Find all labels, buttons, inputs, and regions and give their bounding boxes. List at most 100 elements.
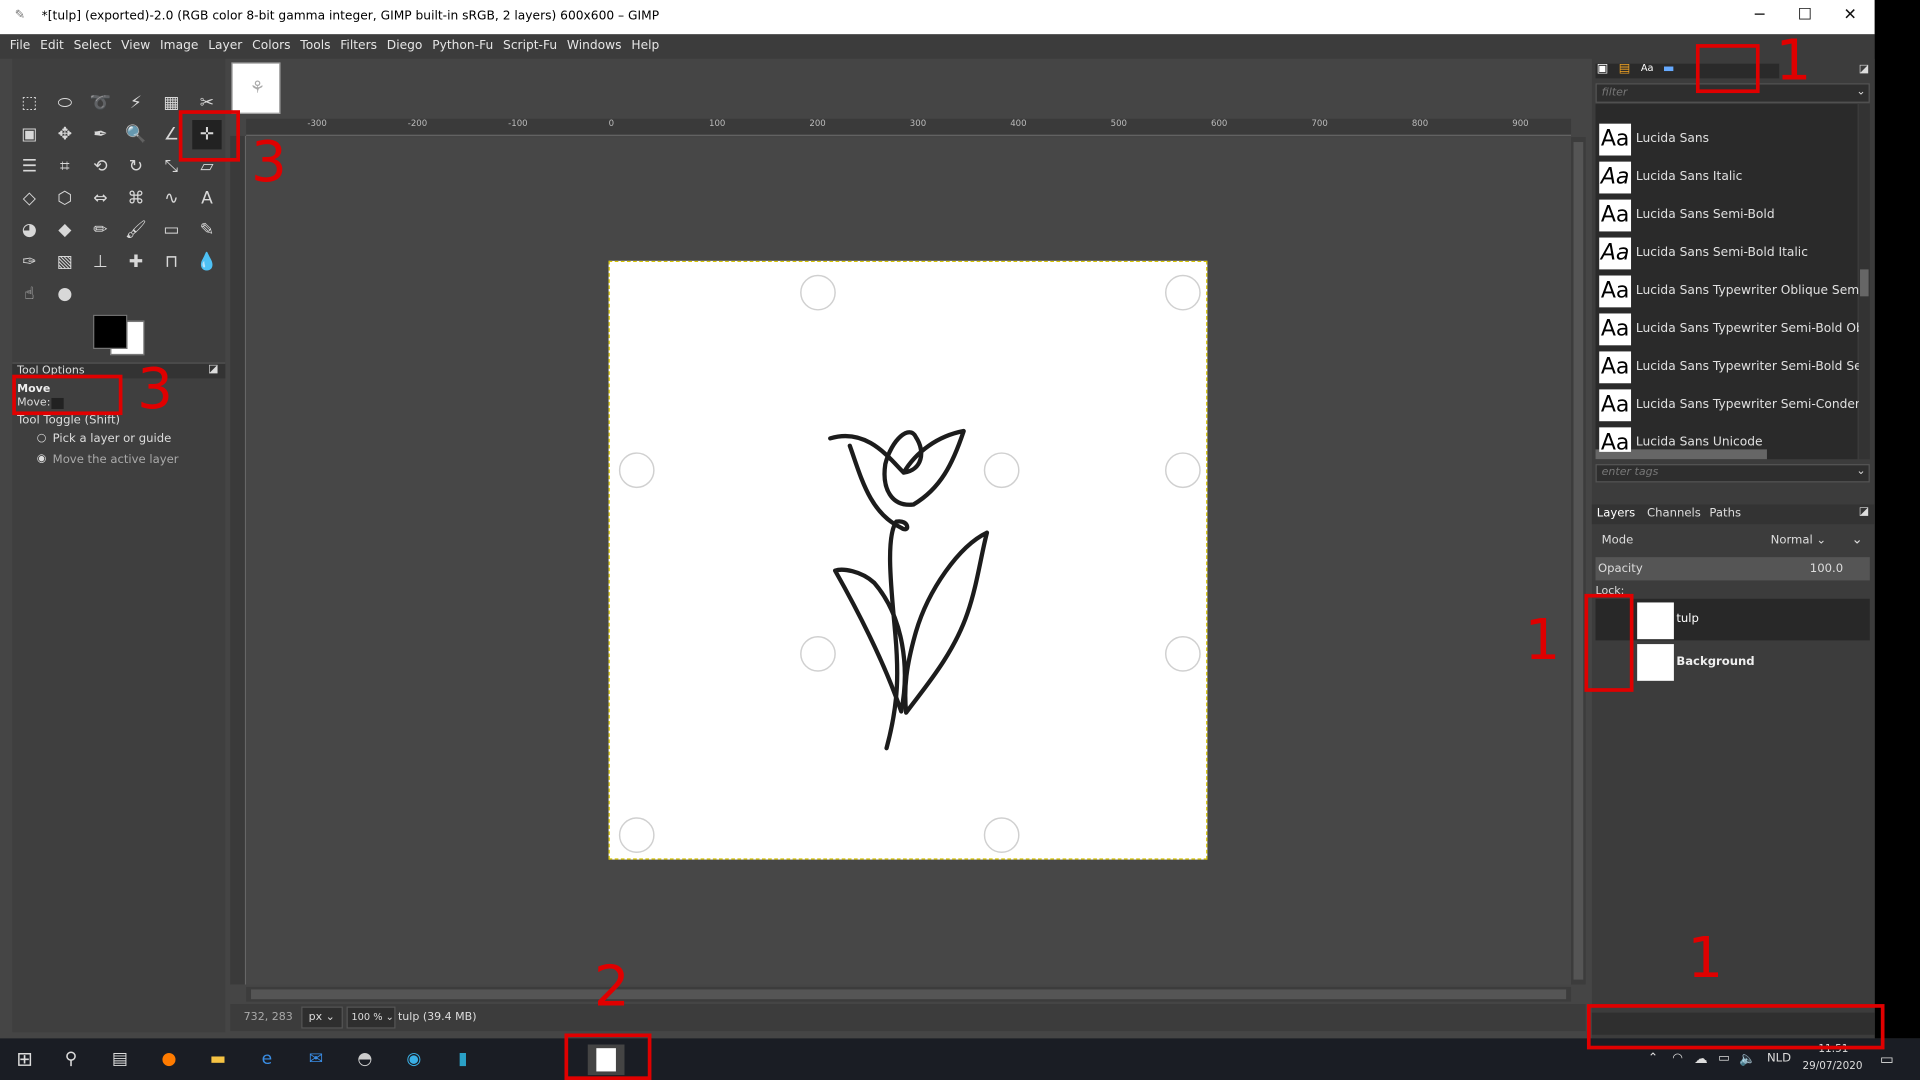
dodge-burn-icon[interactable]: ● [50, 279, 79, 308]
foreground-select-icon[interactable]: ▣ [15, 120, 44, 149]
blur-icon[interactable]: 💧 [192, 247, 221, 276]
heal-icon[interactable]: ✚ [121, 247, 150, 276]
gradient-icon[interactable]: ◆ [50, 216, 79, 245]
image-tab-thumbnail[interactable]: ⚘ [231, 62, 281, 114]
firefox-icon[interactable]: ● [154, 1046, 183, 1073]
clone-icon[interactable]: ⊥ [86, 247, 115, 276]
menu-diego[interactable]: Diego [387, 34, 423, 52]
font-list-item[interactable]: Aa Lucida Sans [1597, 121, 1859, 158]
horizontal-scrollbar-thumb[interactable] [251, 989, 1567, 1000]
font-list-scroll-thumb[interactable] [1860, 269, 1869, 297]
vertical-ruler[interactable] [230, 135, 247, 985]
font-list-item[interactable]: Aa Lucida Sans Semi-Bold [1597, 197, 1859, 234]
clock-date[interactable]: 29/07/2020 [1802, 1060, 1862, 1072]
font-list-item[interactable]: Aa Lucida Sans Italic [1597, 159, 1859, 196]
lasso-icon[interactable]: ➰ [86, 88, 115, 117]
horizontal-scrollbar[interactable] [246, 986, 1572, 1002]
layer-name[interactable]: tulp [1676, 612, 1699, 625]
vertical-scrollbar-thumb[interactable] [1573, 142, 1584, 980]
airbrush-icon[interactable]: ✎ [192, 216, 221, 245]
layer-row-tulp[interactable]: tulp [1595, 598, 1870, 641]
font-list-item[interactable]: Aa Lucida Sans Unicode [1597, 425, 1859, 452]
menu-image[interactable]: Image [160, 34, 198, 52]
dock-menu-icon[interactable]: ◪ [1859, 64, 1869, 76]
menu-windows[interactable]: Windows [567, 34, 622, 52]
font-list-item[interactable]: Aa Lucida Sans Typewriter Semi-Condens [1597, 387, 1859, 424]
align-layers-icon[interactable]: ☰ [15, 152, 44, 181]
zoom-icon[interactable]: 🔍 [121, 120, 150, 149]
menu-help[interactable]: Help [631, 34, 659, 52]
font-list-item[interactable]: Aa Lucida Sans Typewriter Oblique Semi-( [1597, 273, 1859, 310]
file-explorer-icon[interactable]: ▬ [203, 1046, 232, 1073]
perspective-icon[interactable]: ◇ [15, 184, 44, 213]
app-icon[interactable]: ▮ [448, 1046, 477, 1073]
mode-select[interactable]: Normal ⌄ [1763, 528, 1837, 552]
tab-paths[interactable]: Paths [1709, 507, 1741, 520]
menu-python-fu[interactable]: Python-Fu [432, 34, 493, 52]
dock-menu-icon[interactable]: ◪ [1859, 506, 1869, 518]
windows-start-icon[interactable]: ⊞ [10, 1046, 39, 1073]
volume-icon[interactable]: 🔈 [1733, 1046, 1762, 1073]
crop-icon[interactable]: ⌗ [50, 152, 79, 181]
internet-explorer-icon[interactable]: e [252, 1046, 281, 1073]
image-canvas[interactable] [608, 260, 1208, 860]
task-view-icon[interactable]: ▤ [105, 1046, 134, 1073]
menu-colors[interactable]: Colors [252, 34, 290, 52]
gradients-tab-icon[interactable]: ▬ [1663, 62, 1675, 75]
language-indicator[interactable]: NLD [1767, 1052, 1791, 1065]
pencil-icon[interactable]: ✏ [86, 216, 115, 245]
font-list-item[interactable]: Aa Lucida Sans Semi-Bold Italic [1597, 235, 1859, 272]
cage-icon[interactable]: ⌘ [121, 184, 150, 213]
font-list-item[interactable]: Aa Lucida Sans Typewriter Semi-Bold Ser [1597, 349, 1859, 386]
chevron-down-icon[interactable]: ⌄ [1856, 465, 1865, 477]
unit-select[interactable]: px ⌄ [301, 1006, 343, 1029]
brushes-tab-icon[interactable]: ▣ [1597, 62, 1609, 75]
menu-tools[interactable]: Tools [300, 34, 330, 52]
radio-pick-layer[interactable]: ○ [37, 432, 47, 444]
chevron-down-icon[interactable]: ⌄ [1856, 86, 1865, 98]
menu-edit[interactable]: Edit [40, 34, 64, 52]
ink-icon[interactable]: ✑ [15, 247, 44, 276]
rotate-icon[interactable]: ↻ [121, 152, 150, 181]
layer-name[interactable]: Background [1676, 655, 1754, 668]
paintbrush-icon[interactable]: 🖌 [121, 216, 150, 245]
tab-menu-icon[interactable]: ◪ [208, 364, 218, 376]
font-tags-input[interactable]: enter tags ⌄ [1595, 464, 1870, 483]
bucket-fill-icon[interactable]: ◕ [15, 216, 44, 245]
layer-row-background[interactable]: Background [1596, 642, 1870, 681]
notifications-icon[interactable]: ▭ [1872, 1046, 1901, 1073]
unified-transform-icon[interactable]: ⟲ [86, 152, 115, 181]
gimp-taskbar-icon[interactable]: ◓ [350, 1046, 379, 1073]
search-icon[interactable]: ⚲ [56, 1046, 85, 1073]
align-icon[interactable]: ✥ [50, 120, 79, 149]
font-list-scrollbar[interactable] [1858, 104, 1870, 460]
menu-script-fu[interactable]: Script-Fu [503, 34, 557, 52]
menu-file[interactable]: File [10, 34, 30, 52]
edge-icon[interactable]: ◉ [399, 1046, 428, 1073]
text-tool-icon[interactable]: A [192, 184, 221, 213]
flip-icon[interactable]: ⇔ [86, 184, 115, 213]
color-picker-icon[interactable]: ✒ [86, 120, 115, 149]
mypaint-brush-icon[interactable]: ▧ [50, 247, 79, 276]
menu-layer[interactable]: Layer [208, 34, 242, 52]
foreground-color-swatch[interactable] [93, 314, 128, 349]
perspective-clone-icon[interactable]: ⊓ [157, 247, 186, 276]
font-list-item[interactable]: Aa Lucida Sans Typewriter Semi-Bold Obl [1597, 311, 1859, 348]
ellipse-select-icon[interactable]: ⬭ [50, 88, 79, 117]
smudge-icon[interactable]: ☝ [15, 279, 44, 308]
mode-reset-icon[interactable]: ⌄ [1851, 531, 1862, 547]
menu-filters[interactable]: Filters [340, 34, 377, 52]
menu-view[interactable]: View [121, 34, 150, 52]
menu-select[interactable]: Select [74, 34, 112, 52]
minimize-button[interactable]: ─ [1741, 6, 1778, 24]
zoom-select[interactable]: 100 % ⌄ [346, 1006, 396, 1029]
close-button[interactable]: ✕ [1832, 6, 1869, 24]
tab-channels[interactable]: Channels [1647, 507, 1701, 520]
vertical-scrollbar[interactable] [1571, 137, 1586, 985]
rect-select-icon[interactable]: ⬚ [15, 88, 44, 117]
radio-move-active[interactable]: ◉ [37, 453, 47, 465]
fuzzy-select-icon[interactable]: ⚡ [121, 88, 150, 117]
mail-icon[interactable]: ✉ [301, 1046, 330, 1073]
eraser-icon[interactable]: ▭ [157, 216, 186, 245]
fonts-tab-icon[interactable]: Aa [1641, 62, 1654, 73]
